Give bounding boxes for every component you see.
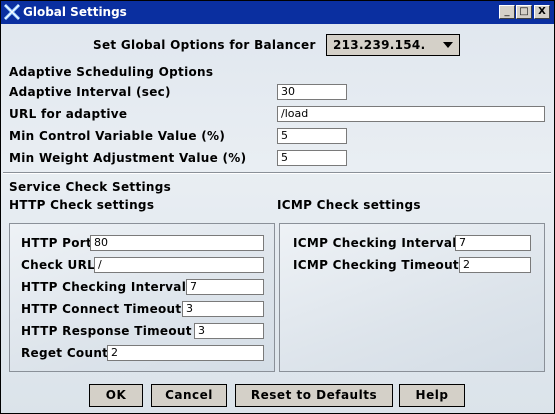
app-logo-icon <box>4 4 20 20</box>
min-weight-input[interactable]: 5 <box>277 150 347 166</box>
close-button[interactable]: X <box>534 5 550 19</box>
reget-count-input[interactable]: 2 <box>107 345 264 361</box>
min-control-input[interactable]: 5 <box>277 128 347 144</box>
adaptive-interval-input[interactable]: 30 <box>277 84 347 100</box>
section-divider <box>3 172 551 174</box>
service-check-heading: Service Check Settings <box>9 180 172 194</box>
minimize-icon: _ <box>504 6 510 17</box>
adaptive-heading: Adaptive Scheduling Options <box>9 65 214 79</box>
icmp-interval-label: ICMP Checking Interval <box>293 236 457 250</box>
http-interval-label: HTTP Checking Interval <box>21 280 187 294</box>
balancer-select[interactable]: 213.239.154. <box>326 34 460 56</box>
http-connect-timeout-label: HTTP Connect Timeout <box>21 302 182 316</box>
title-bar[interactable]: Global Settings _ □ X <box>1 1 554 24</box>
maximize-icon: □ <box>519 6 529 17</box>
check-url-label: Check URL <box>21 258 96 272</box>
icmp-timeout-input[interactable]: 2 <box>459 257 531 273</box>
global-settings-window: Global Settings _ □ X Set Global Options… <box>0 0 555 414</box>
http-interval-input[interactable]: 7 <box>186 279 264 295</box>
http-response-timeout-input[interactable]: 3 <box>194 323 264 339</box>
icmp-interval-input[interactable]: 7 <box>455 235 531 251</box>
balancer-label: Set Global Options for Balancer <box>93 38 316 52</box>
window-title: Global Settings <box>23 5 127 19</box>
http-port-input[interactable]: 80 <box>90 235 264 251</box>
chevron-down-icon <box>443 42 453 48</box>
min-weight-label: Min Weight Adjustment Value (%) <box>9 151 247 165</box>
http-check-heading: HTTP Check settings <box>9 198 155 212</box>
icmp-timeout-label: ICMP Checking Timeout <box>293 258 459 272</box>
min-control-label: Min Control Variable Value (%) <box>9 129 226 143</box>
help-button[interactable]: Help <box>399 384 465 407</box>
check-url-input[interactable]: / <box>94 257 264 273</box>
http-response-timeout-label: HTTP Response Timeout <box>21 324 192 338</box>
ok-button[interactable]: OK <box>89 384 143 407</box>
minimize-button[interactable]: _ <box>499 5 515 19</box>
adaptive-url-label: URL for adaptive <box>9 107 128 121</box>
balancer-selected-value: 213.239.154. <box>333 38 426 52</box>
reget-count-label: Reget Count <box>21 346 109 360</box>
cancel-button[interactable]: Cancel <box>151 384 227 407</box>
reset-defaults-button[interactable]: Reset to Defaults <box>235 384 393 407</box>
maximize-button[interactable]: □ <box>516 5 532 19</box>
close-icon: X <box>538 6 546 17</box>
adaptive-interval-label: Adaptive Interval (sec) <box>9 85 171 99</box>
http-connect-timeout-input[interactable]: 3 <box>182 301 264 317</box>
http-port-label: HTTP Port <box>21 236 93 250</box>
icmp-check-heading: ICMP Check settings <box>277 198 421 212</box>
adaptive-url-input[interactable]: /load <box>277 106 545 122</box>
